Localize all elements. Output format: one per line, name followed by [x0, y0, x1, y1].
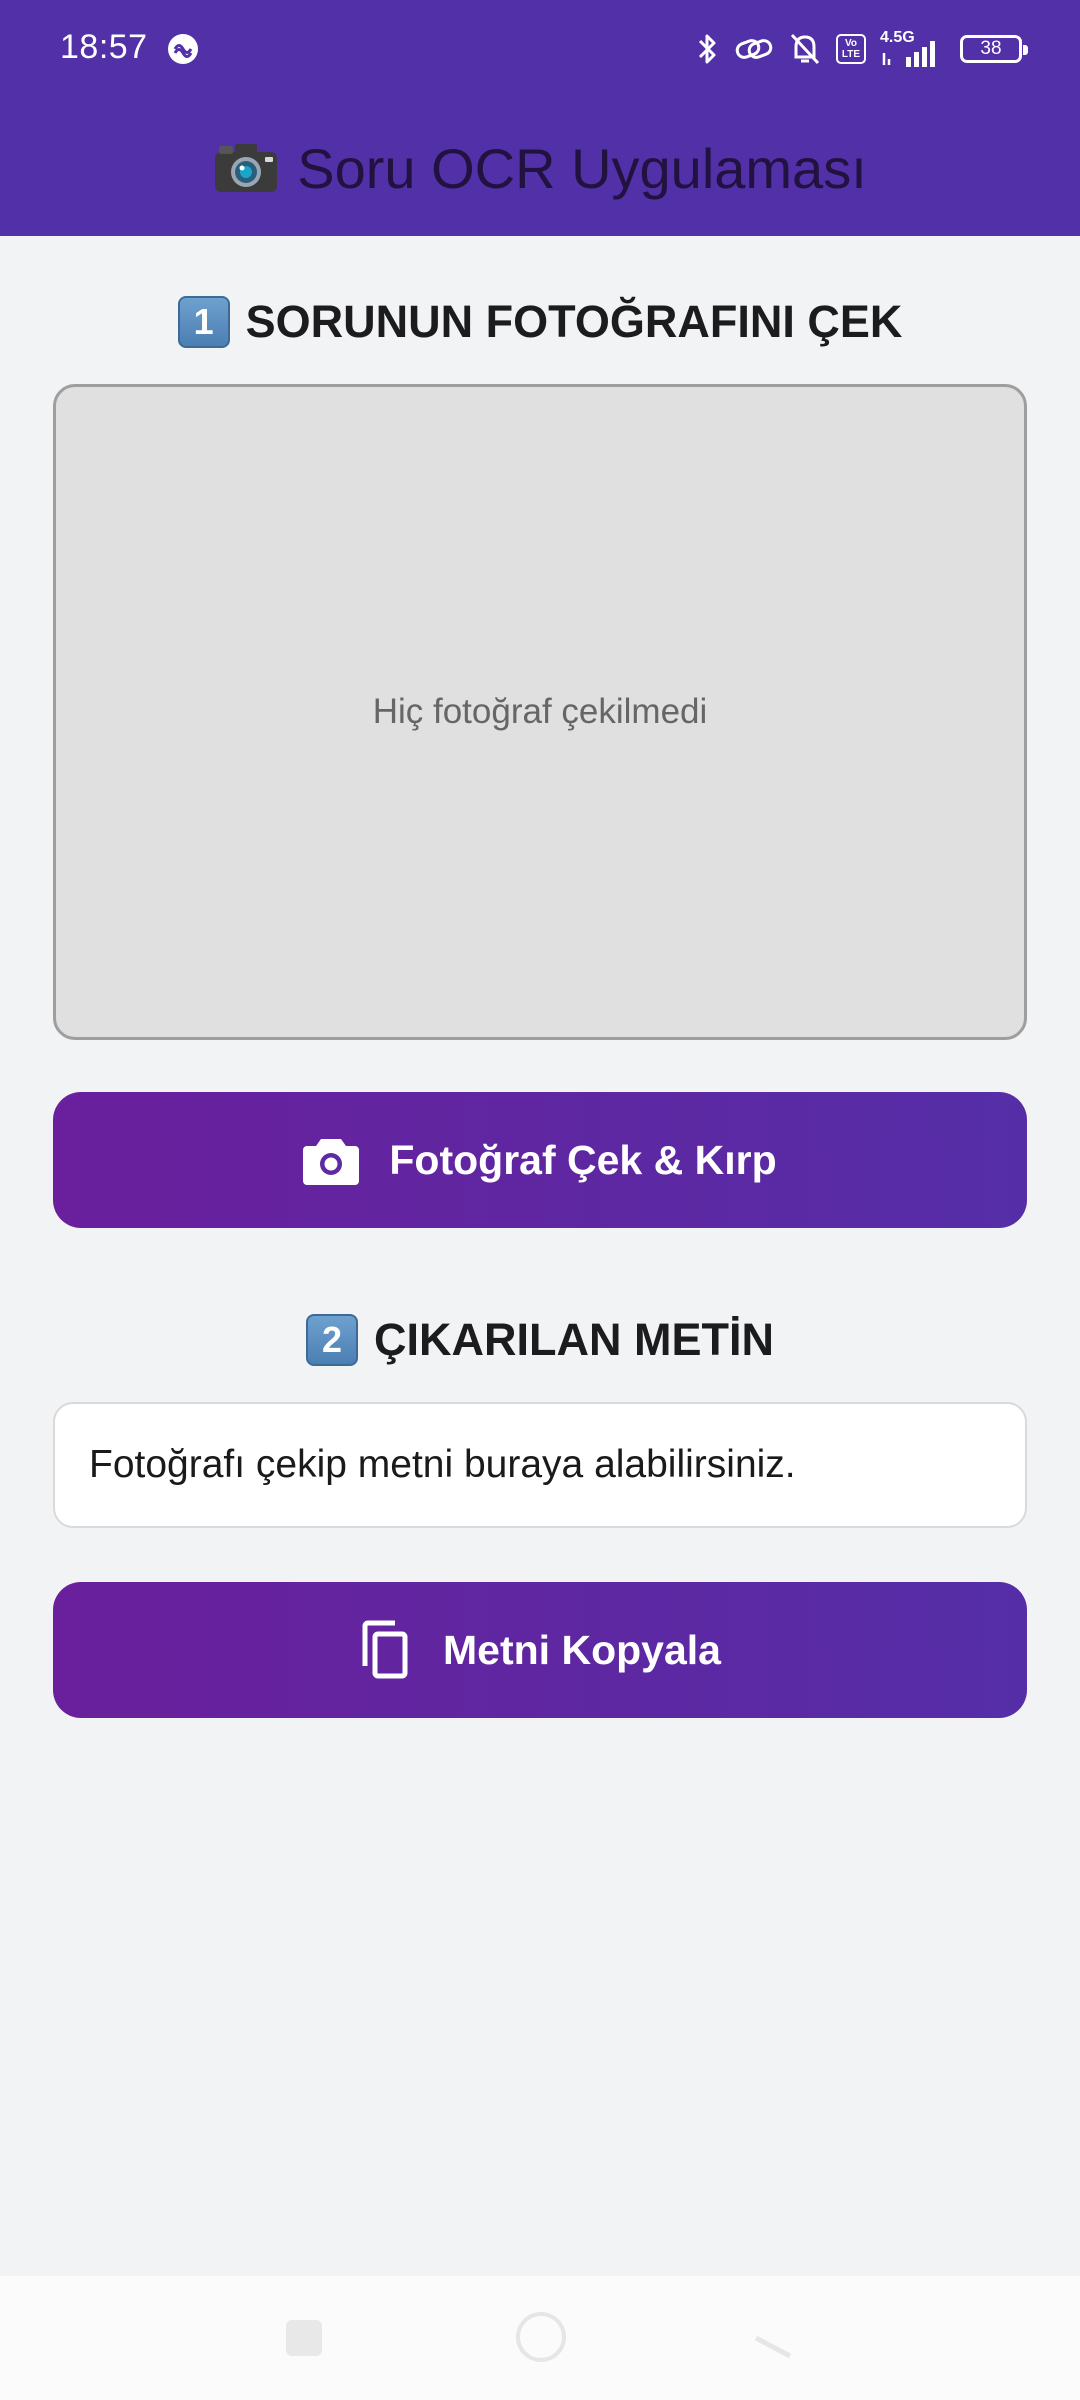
bluetooth-icon	[698, 34, 716, 64]
system-nav-bar	[0, 2276, 1080, 2400]
photo-placeholder: Hiç fotoğraf çekilmedi	[372, 692, 708, 731]
app-bar: Soru OCR Uygulaması	[0, 100, 1080, 236]
camera-icon	[303, 1139, 360, 1185]
camera-icon	[215, 144, 278, 192]
battery-icon: 38	[960, 35, 1028, 63]
copy-icon	[362, 1620, 408, 1679]
link-icon	[735, 39, 773, 59]
volte-label: Vo LTE	[841, 38, 861, 60]
copy-text-button[interactable]: Metni Kopyala	[53, 1582, 1027, 1718]
app-header: 18:57 Vo LTE 4.5G 38 Soru OCR Uygulaması	[0, 0, 1080, 236]
section-title-photo: 1 SORUNUN FOTOĞRAFINI ÇEK	[0, 290, 1080, 354]
status-bar: 18:57 Vo LTE 4.5G 38	[0, 0, 1080, 100]
signal-icon	[882, 41, 935, 67]
keycap-two-icon: 2	[306, 1314, 359, 1366]
app-notification-icon	[168, 34, 198, 64]
home-button[interactable]	[516, 2312, 566, 2362]
copy-button-label: Metni Kopyala	[443, 1626, 721, 1673]
status-icons: Vo LTE 4.5G 38	[694, 26, 1028, 72]
back-button[interactable]	[752, 2312, 794, 2362]
keycap-one-icon: 1	[177, 296, 230, 348]
signal-group: 4.5G	[880, 29, 946, 69]
capture-button-label: Fotoğraf Çek & Kırp	[389, 1136, 777, 1183]
extracted-text-value: Fotoğrafı çekip metni buraya alabilirsin…	[89, 1443, 796, 1486]
photo-preview: Hiç fotoğraf çekilmedi	[53, 384, 1027, 1040]
app-title: Soru OCR Uygulaması	[297, 136, 867, 200]
battery-level: 38	[980, 38, 1002, 59]
recents-button[interactable]	[286, 2320, 322, 2356]
bell-muted-icon	[790, 33, 820, 65]
status-time: 18:57	[60, 28, 148, 66]
extracted-text-field[interactable]: Fotoğrafı çekip metni buraya alabilirsin…	[53, 1402, 1027, 1528]
section-title-text-label: ÇIKARILAN METİN	[374, 1314, 774, 1365]
section-title-photo-text: SORUNUN FOTOĞRAFINI ÇEK	[245, 296, 903, 347]
capture-crop-button[interactable]: Fotoğraf Çek & Kırp	[53, 1092, 1027, 1228]
volte-icon: Vo LTE	[836, 34, 866, 64]
section-title-text: 2 ÇIKARILAN METİN	[0, 1308, 1080, 1372]
